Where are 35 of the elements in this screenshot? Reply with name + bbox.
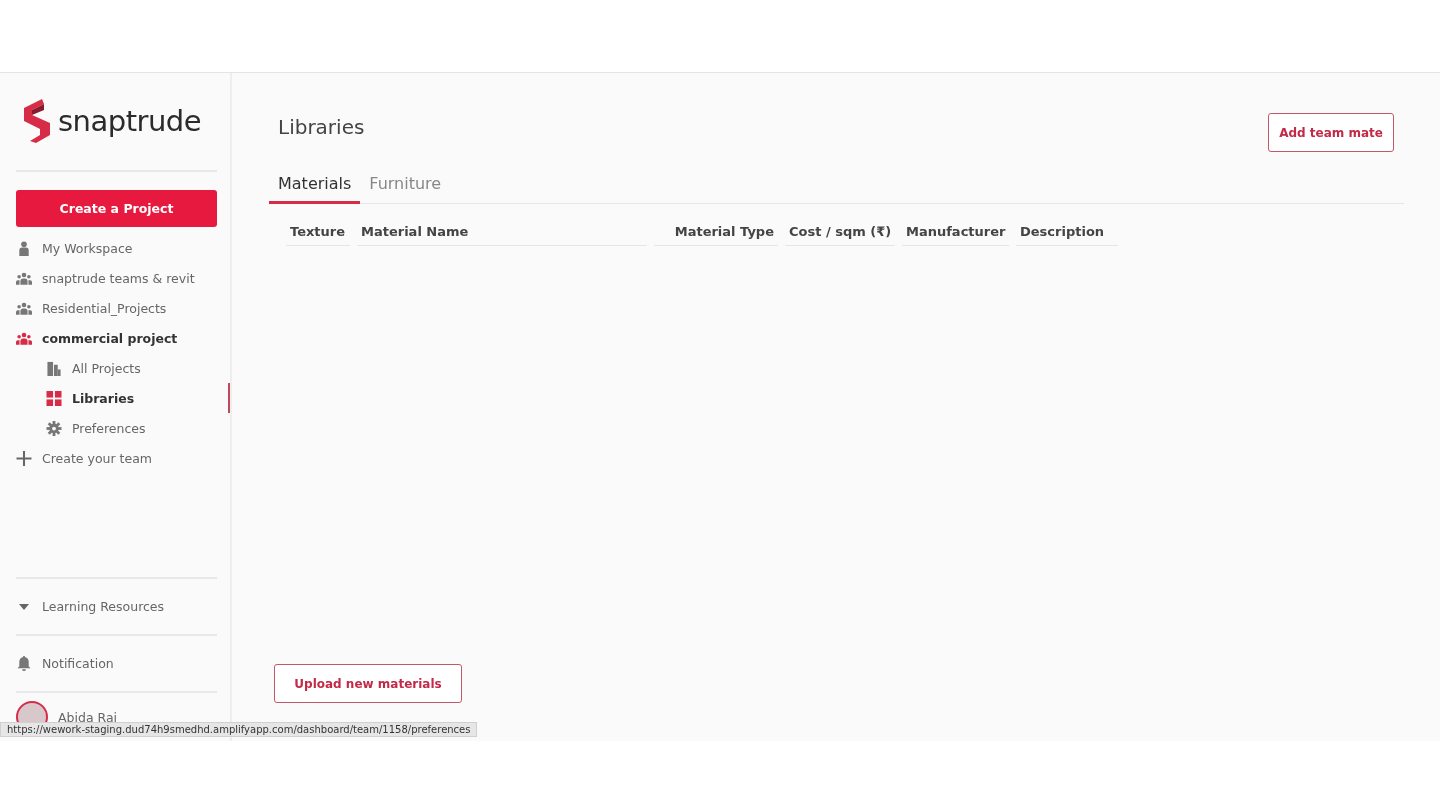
person-icon	[16, 240, 32, 256]
upload-materials-button[interactable]: Upload new materials	[274, 664, 462, 703]
settings-icon	[46, 420, 62, 436]
column-header: Manufacturer	[902, 224, 1009, 246]
notification-link[interactable]: Notification	[42, 656, 114, 671]
team-icon	[16, 330, 32, 346]
buildings-icon	[46, 360, 62, 376]
logo-text: snaptrude	[58, 104, 202, 138]
column-header: Cost / sqm (₹)	[785, 224, 895, 246]
team-icon	[16, 270, 32, 286]
plus-icon	[16, 450, 32, 466]
active-indicator	[228, 383, 230, 413]
column-header: Texture	[286, 224, 350, 246]
tab[interactable]: Furniture	[360, 168, 451, 204]
sidebar-item[interactable]: commercial project	[16, 323, 214, 353]
sidebar-item[interactable]: Residential_Projects	[16, 293, 214, 323]
add-team-mate-button[interactable]: Add team mate	[1268, 113, 1394, 152]
link-url-tooltip: https://wework-staging.dud74h9smedhd.amplifyapp.com/dashboard/team/1158/preferences	[0, 722, 478, 737]
sidebar-item[interactable]: snaptrude teams & revit	[16, 263, 214, 293]
column-header: Material Name	[357, 224, 647, 246]
learning-resources-link[interactable]: Learning Resources	[42, 599, 165, 614]
tab[interactable]: Materials	[269, 168, 361, 204]
sidebar-item[interactable]: My Workspace	[16, 233, 214, 263]
caret-icon	[19, 603, 29, 610]
column-header: Material Type	[654, 224, 778, 246]
team-icon	[16, 300, 32, 316]
create-project-button[interactable]: Create a Project	[16, 190, 217, 227]
sidebar-subitem[interactable]: All Projects	[16, 353, 214, 383]
sidebar-item[interactable]: Create your team	[16, 443, 214, 473]
sidebar-subitem[interactable]: Libraries	[16, 383, 214, 413]
column-header: Description	[1016, 224, 1118, 246]
sidebar-subitem[interactable]: Preferences	[16, 413, 214, 443]
bell-icon	[16, 656, 32, 671]
page-title: Libraries	[278, 115, 365, 139]
grid-icon	[46, 390, 62, 406]
